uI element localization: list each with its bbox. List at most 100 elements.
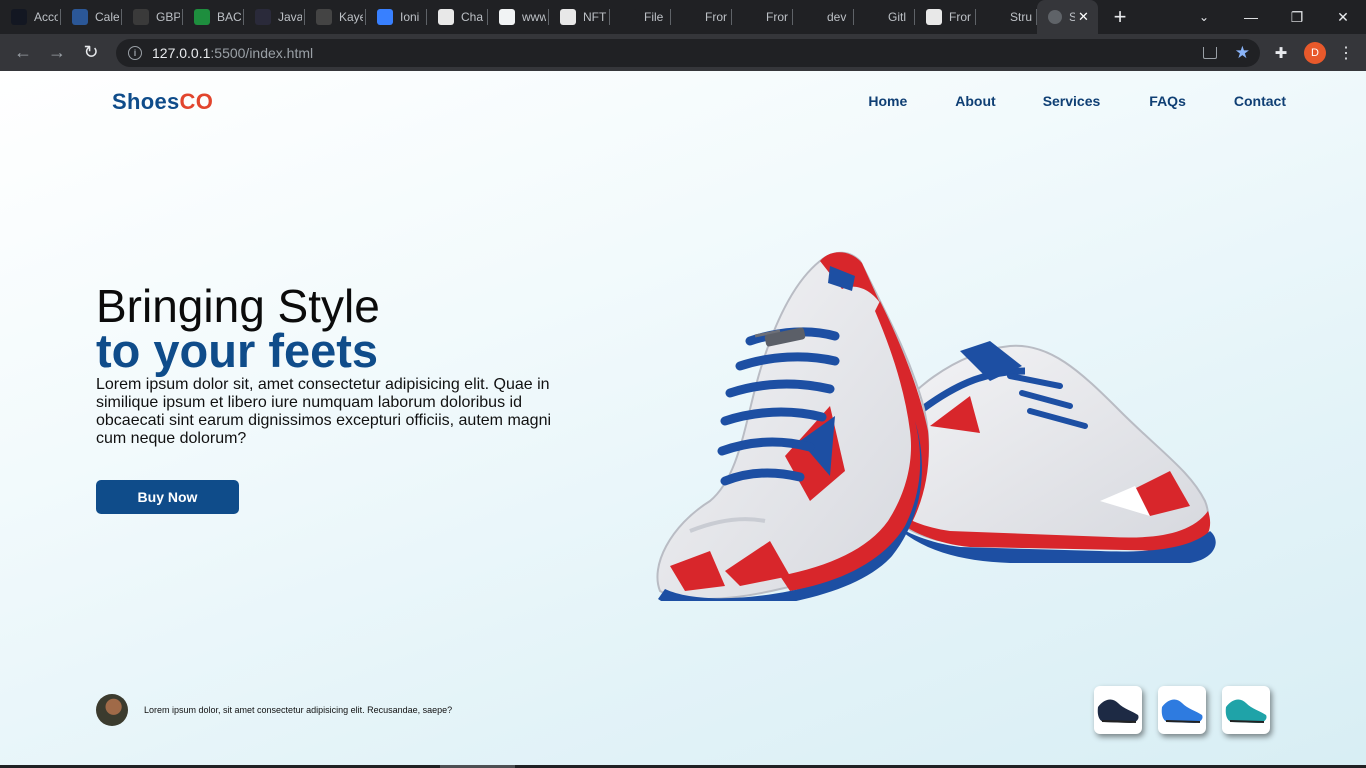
browser-tab[interactable]: Ioni	[366, 0, 427, 34]
github-icon	[682, 9, 698, 25]
share-icon[interactable]	[1202, 46, 1217, 59]
browser-tab[interactable]: Gitl	[854, 0, 915, 34]
page-viewport: ShoesCO Home About Services FAQs Contact…	[0, 71, 1366, 765]
forward-arrow-icon[interactable]: →	[42, 38, 72, 68]
function-icon	[133, 9, 149, 25]
browser-tab-title: dev	[827, 10, 847, 24]
blue-shoe-thumbnail[interactable]	[1158, 686, 1206, 734]
hero-title-line2: to your feets	[96, 324, 379, 377]
browser-tab[interactable]: Fror	[671, 0, 732, 34]
black-shoe-thumbnail[interactable]	[1094, 686, 1142, 734]
window-controls: — ❐ ✕	[1228, 0, 1366, 34]
url-host: 127.0.0.1	[152, 44, 211, 61]
shoe-thumbnails	[1094, 686, 1270, 734]
browser-tab-title: Cale	[95, 10, 119, 24]
browser-tab-title: Ioni	[400, 10, 420, 24]
browser-tab[interactable]: Acco	[0, 0, 61, 34]
browser-tab[interactable]: Cha	[427, 0, 488, 34]
github-icon	[621, 9, 637, 25]
browser-tab[interactable]: File	[610, 0, 671, 34]
nav-home[interactable]: Home	[868, 93, 907, 109]
site-info-icon[interactable]: i	[128, 45, 142, 60]
browser-tab-title: File	[644, 10, 664, 24]
browser-tab[interactable]: NFT	[549, 0, 610, 34]
minimize-icon[interactable]: —	[1228, 0, 1274, 34]
browser-tab-title: Acco	[34, 10, 58, 24]
reload-icon[interactable]: ↻	[76, 38, 106, 68]
teal-shoe-thumbnail[interactable]	[1222, 686, 1270, 734]
doc-icon	[499, 9, 515, 25]
browser-tab-title: Kaye	[339, 10, 363, 24]
back-arrow-icon[interactable]: ←	[8, 38, 38, 68]
github-icon	[865, 9, 881, 25]
restore-icon[interactable]: ❐	[1274, 0, 1320, 34]
nav-faqs[interactable]: FAQs	[1149, 93, 1186, 109]
customer-review: Lorem ipsum dolor, sit amet consectetur …	[96, 694, 452, 726]
browser-tab-title: Stru	[1010, 10, 1033, 24]
reviewer-avatar	[96, 694, 128, 726]
dev-icon	[804, 9, 820, 25]
new-tab-button[interactable]: +	[1106, 3, 1134, 31]
javascript-icon	[255, 9, 271, 25]
browser-tab[interactable]: Java	[244, 0, 305, 34]
browser-tab-title: Fror	[949, 10, 971, 24]
close-tab-icon[interactable]: ✕	[1078, 9, 1089, 25]
nav-contact[interactable]: Contact	[1234, 93, 1286, 109]
nav-services[interactable]: Services	[1043, 93, 1101, 109]
address-bar[interactable]: i 127.0.0.1:5500/index.html ★	[116, 38, 1260, 67]
medium-icon	[987, 9, 1003, 25]
hero-shoe-image	[656, 251, 1216, 601]
hero-title-line1: Bringing Style	[96, 280, 380, 332]
globe-icon	[1048, 10, 1062, 24]
github-icon	[743, 9, 759, 25]
browser-tab[interactable]: GBP	[122, 0, 183, 34]
review-text: Lorem ipsum dolor, sit amet consectetur …	[144, 705, 453, 715]
nft-icon	[560, 9, 576, 25]
active-tab[interactable]: S ✕	[1037, 0, 1098, 34]
browser-tab[interactable]: Fror	[732, 0, 793, 34]
site-logo[interactable]: ShoesCO	[112, 89, 213, 115]
browser-tab-title: Fror	[705, 10, 727, 24]
close-window-icon[interactable]: ✕	[1320, 0, 1366, 34]
trading-icon	[11, 9, 27, 25]
extensions-puzzle-icon[interactable]: ✚	[1270, 44, 1292, 62]
qr-icon	[316, 9, 332, 25]
profile-avatar[interactable]: D	[1304, 41, 1326, 64]
browser-tab[interactable]: Cale	[61, 0, 122, 34]
buy-now-button[interactable]: Buy Now	[96, 480, 239, 514]
browser-tab-title: Java	[278, 10, 302, 24]
main-nav: Home About Services FAQs Contact	[868, 93, 1286, 109]
hero-section: Bringing Style to your feets Lorem ipsum…	[96, 280, 566, 514]
browser-tab[interactable]: www	[488, 0, 549, 34]
tab-list: Acco Cale GBP BAC Java Kaye Ioni Cha www NFT File F…	[0, 0, 1037, 34]
logo-part-shoes: Shoes	[112, 89, 180, 114]
browser-tab-title: Cha	[461, 10, 484, 24]
ionic-icon	[377, 9, 393, 25]
browser-tabstrip: Acco Cale GBP BAC Java Kaye Ioni Cha www NFT File F…	[0, 0, 1366, 34]
browser-tab[interactable]: BAC	[183, 0, 244, 34]
url-path: :5500/index.html	[210, 44, 314, 61]
browser-tab-title: www	[522, 10, 546, 24]
frontend-icon	[926, 9, 942, 25]
browser-tab[interactable]: dev	[793, 0, 854, 34]
browser-tab[interactable]: Stru	[976, 0, 1037, 34]
browser-tab-title: GBP	[156, 10, 180, 24]
browser-tab[interactable]: Fror	[915, 0, 976, 34]
chat-icon	[438, 9, 454, 25]
nav-about[interactable]: About	[955, 93, 995, 109]
sheets-icon	[194, 9, 210, 25]
browser-tab-title: BAC	[217, 10, 241, 24]
tab-search-icon[interactable]: ⌄	[1192, 0, 1216, 34]
browser-tab-title: NFT	[583, 10, 607, 24]
front-shoe	[656, 251, 930, 601]
browser-tab-title: Fror	[766, 10, 788, 24]
browser-tab[interactable]: Kaye	[305, 0, 366, 34]
shoe-thumb-icon	[1097, 699, 1139, 723]
calendar-icon	[72, 9, 88, 25]
menu-kebab-icon[interactable]: ⋮	[1338, 43, 1354, 63]
bookmark-star-icon[interactable]: ★	[1235, 43, 1250, 63]
shoe-thumb-icon	[1225, 699, 1267, 723]
shoe-thumb-icon	[1161, 699, 1203, 723]
logo-part-co: CO	[179, 89, 214, 114]
browser-tab-title: Gitl	[888, 10, 906, 24]
